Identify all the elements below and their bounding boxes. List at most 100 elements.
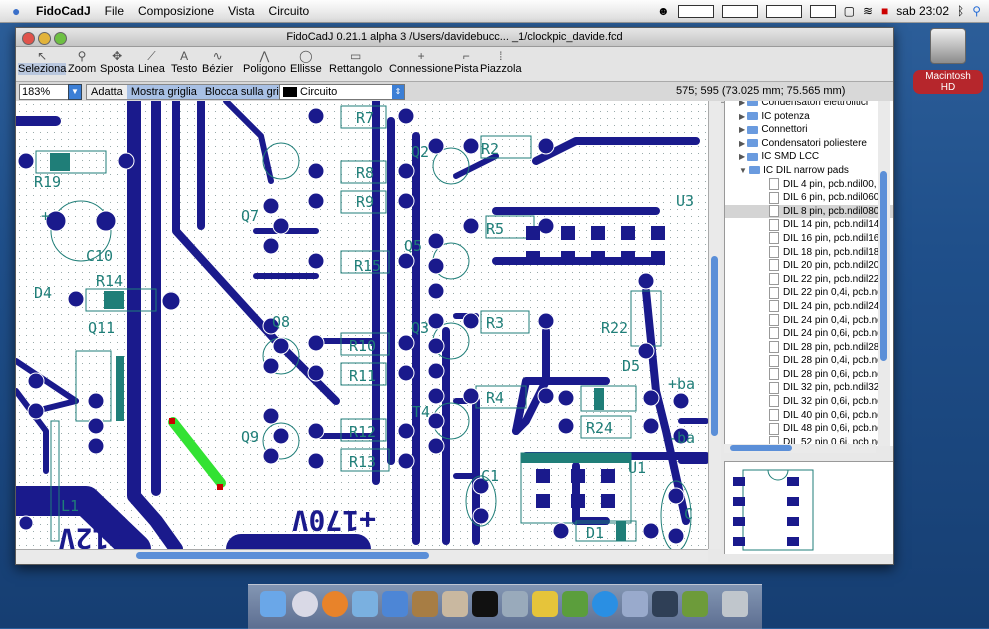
tool-line[interactable]: ⟋ Linea	[138, 49, 165, 75]
skype-icon[interactable]	[592, 591, 618, 617]
menu-file[interactable]: File	[105, 4, 124, 18]
disclosure-open-icon[interactable]: ▼	[739, 166, 749, 175]
disclosure-closed-icon[interactable]: ▶	[739, 112, 747, 121]
tree-row[interactable]: DIL 18 pin, pcb.ndil1803	[725, 245, 893, 260]
selection-handle[interactable]	[169, 418, 175, 424]
zoom-button[interactable]	[54, 32, 67, 45]
tree-row[interactable]: ▶ Condensatori elettrolitici	[725, 101, 893, 110]
fit-button[interactable]: Adatta	[87, 85, 127, 99]
preview-icon[interactable]	[352, 591, 378, 617]
tool-connection[interactable]: + Connessione	[389, 49, 453, 75]
scroll-thumb[interactable]	[711, 256, 718, 436]
tree-horizontal-scrollbar[interactable]	[724, 444, 876, 453]
tree-row[interactable]: ▶ IC SMD LCC	[725, 150, 893, 164]
close-button[interactable]	[22, 32, 35, 45]
menu-app[interactable]: FidoCadJ	[36, 4, 91, 18]
tool-polygon[interactable]: ⋀ Poligono	[243, 49, 286, 75]
tool-rectangle[interactable]: ▭ Rettangolo	[329, 49, 382, 75]
itunes-icon[interactable]	[382, 591, 408, 617]
trash-icon[interactable]	[722, 591, 748, 617]
battery-icon[interactable]	[677, 4, 714, 18]
scroll-thumb[interactable]	[730, 445, 792, 451]
disclosure-closed-icon[interactable]: ▶	[739, 125, 747, 134]
pcb-drawing[interactable]: R7 R19 Q2 R2 R8 R9 U3 Q7 + C10 R5 Q5 R15…	[16, 101, 708, 549]
display-icon[interactable]: ▢	[844, 4, 855, 18]
clock-text[interactable]: sab 23:02	[896, 4, 949, 18]
tree-row[interactable]: DIL 24 pin 0,4i, pcb.ndil.	[725, 313, 893, 328]
monitor-icon[interactable]	[721, 4, 758, 18]
zoom-field[interactable]: 183%	[19, 84, 69, 100]
tree-row[interactable]: DIL 4 pin, pcb.ndil00, IC	[725, 177, 893, 192]
tree-row[interactable]: DIL 28 pin, pcb.ndil2803	[725, 341, 893, 355]
frog-icon[interactable]	[562, 591, 588, 617]
firefox-icon[interactable]	[322, 591, 348, 617]
tool-ellipse[interactable]: ◯ Ellisse	[290, 49, 322, 75]
chevron-updown-icon[interactable]: ⇕	[392, 85, 404, 99]
tree-row[interactable]: ▶ Condensatori poliestere	[725, 137, 893, 151]
menu-vista[interactable]: Vista	[228, 4, 254, 18]
tree-row[interactable]: ▶ IC potenza	[725, 110, 893, 124]
tool-text[interactable]: A Testo	[171, 49, 197, 75]
hard-drive-icon[interactable]	[930, 28, 966, 64]
desktop-drive[interactable]: Macintosh HD	[913, 28, 983, 94]
disclosure-closed-icon[interactable]: ▶	[739, 152, 747, 161]
monitor-icon[interactable]	[809, 4, 836, 18]
menu-composizione[interactable]: Composizione	[138, 4, 214, 18]
tool-move[interactable]: ✥ Sposta	[100, 49, 134, 75]
tree-row[interactable]: DIL 48 pin 0,6i, pcb.ndil	[725, 422, 893, 436]
wifi-icon[interactable]: ≋	[863, 4, 873, 18]
tree-row[interactable]: DIL 32 pin, pcb.ndil3203	[725, 381, 893, 395]
user-icon[interactable]: ☻	[657, 4, 670, 18]
tree-row[interactable]: DIL 24 pin 0,6i, pcb.ndil.	[725, 327, 893, 341]
scroll-thumb[interactable]	[880, 171, 887, 361]
tree-row[interactable]: DIL 22 pin 0,4i, pcb.ndil.	[725, 286, 893, 300]
tree-row[interactable]: DIL 28 pin 0,6i, pcb.ndil.	[725, 368, 893, 382]
tree-row[interactable]: DIL 40 pin 0,6i, pcb.ndil	[725, 409, 893, 423]
tree-row[interactable]: DIL 8 pin, pcb.ndil0803,	[725, 204, 893, 219]
drawing-canvas[interactable]: R7 R19 Q2 R2 R8 R9 U3 Q7 + C10 R5 Q5 R15…	[16, 101, 708, 549]
terminal-icon[interactable]	[472, 591, 498, 617]
minimize-button[interactable]	[38, 32, 51, 45]
tree-row[interactable]: DIL 20 pin, pcb.ndil2003	[725, 259, 893, 273]
tree-vertical-scrollbar[interactable]	[878, 101, 890, 446]
canvas-horizontal-scrollbar[interactable]	[16, 549, 708, 562]
tree-row[interactable]: DIL 16 pin, pcb.ndil1603	[725, 232, 893, 246]
drive-label[interactable]: Macintosh HD	[913, 70, 983, 94]
canvas-vertical-scrollbar[interactable]	[708, 101, 721, 549]
tree-row[interactable]: DIL 22 pin, pcb.ndil2203	[725, 273, 893, 287]
monitor-icon[interactable]	[765, 4, 802, 18]
chevron-down-icon[interactable]: ▼	[68, 84, 82, 100]
pcb-app-icon[interactable]	[682, 591, 708, 617]
tree-row[interactable]: DIL 6 pin, pcb.ndil0603,	[725, 191, 893, 205]
safari-icon[interactable]	[292, 591, 318, 617]
tree-row[interactable]: DIL 32 pin 0,6i, pcb.ndil	[725, 395, 893, 409]
spotlight-icon[interactable]: ⚲	[972, 4, 981, 18]
tool-zoom[interactable]: ⚲ Zoom	[68, 49, 96, 75]
utility-icon[interactable]	[652, 591, 678, 617]
scroll-thumb[interactable]	[136, 552, 429, 559]
guitar-icon[interactable]	[442, 591, 468, 617]
disclosure-closed-icon[interactable]: ▶	[739, 101, 747, 107]
iphoto-icon[interactable]	[412, 591, 438, 617]
tree-row[interactable]: DIL 28 pin 0,4i, pcb.ndil.	[725, 354, 893, 368]
show-grid-toggle[interactable]: Mostra griglia	[126, 85, 201, 99]
photo-app-icon[interactable]	[622, 591, 648, 617]
tool-select[interactable]: ↖ Seleziona	[18, 49, 67, 75]
flag-icon[interactable]: ■	[881, 4, 888, 18]
tree-row[interactable]: DIL 24 pin, pcb.ndil2403	[725, 300, 893, 314]
tool-track[interactable]: ⌐ Pista	[454, 49, 478, 75]
title-bar[interactable]: FidoCadJ 0.21.1 alpha 3 /Users/davidebuc…	[16, 28, 893, 47]
app-icon[interactable]	[532, 591, 558, 617]
tree-row[interactable]: DIL 14 pin, pcb.ndil1403	[725, 218, 893, 232]
tree-row[interactable]: ▶ Connettori	[725, 123, 893, 137]
layer-select[interactable]: Circuito ⇕	[279, 84, 405, 100]
bluetooth-icon[interactable]: ᛒ	[957, 4, 964, 18]
tool-bezier[interactable]: ∿ Bézier	[202, 49, 233, 75]
library-tree[interactable]: ▶ Condensatori elettrolitici ▶ IC potenza…	[724, 101, 893, 446]
disclosure-closed-icon[interactable]: ▶	[739, 139, 747, 148]
tool-pad[interactable]: ⁞ Piazzola	[480, 49, 522, 75]
selection-handle[interactable]	[217, 484, 223, 490]
tree-row[interactable]: ▼ IC DIL narrow pads	[725, 164, 893, 178]
menu-circuito[interactable]: Circuito	[269, 4, 310, 18]
apple-icon[interactable]: ●	[12, 4, 26, 18]
